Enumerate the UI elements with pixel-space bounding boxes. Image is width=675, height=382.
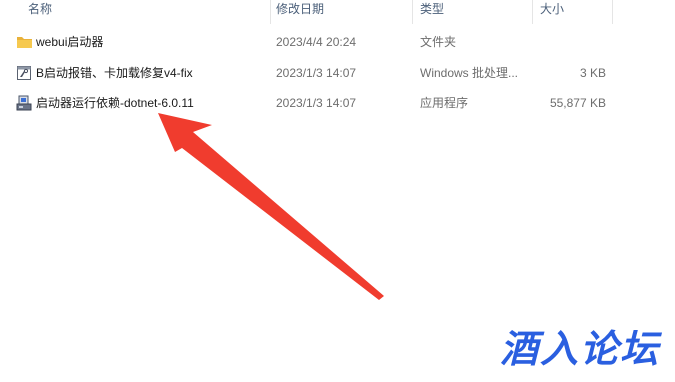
folder-icon — [16, 34, 33, 50]
file-type: 应用程序 — [420, 96, 469, 110]
file-type: Windows 批处理... — [420, 66, 519, 80]
column-header-bar: 名称 修改日期 类型 大小 — [0, 0, 675, 24]
file-row[interactable]: 启动器运行依赖-dotnet-6.0.11 2023/1/3 14:07 应用程… — [0, 88, 620, 118]
file-row[interactable]: webui启动器 2023/4/4 20:24 文件夹 — [0, 27, 620, 57]
file-size: 3 KB — [579, 66, 606, 80]
installer-icon — [16, 95, 33, 111]
column-header-size[interactable]: 大小 — [540, 0, 564, 22]
batch-file-icon — [16, 65, 33, 81]
file-name: B启动报错、卡加载修复v4-fix — [36, 66, 193, 80]
forum-watermark: 酒入论坛 — [500, 327, 661, 371]
column-divider[interactable] — [532, 0, 533, 24]
file-date: 2023/1/3 14:07 — [276, 66, 357, 80]
column-header-date[interactable]: 修改日期 — [276, 0, 324, 22]
file-row[interactable]: B启动报错、卡加载修复v4-fix 2023/1/3 14:07 Windows… — [0, 58, 620, 88]
file-date: 2023/1/3 14:07 — [276, 96, 357, 110]
file-name: webui启动器 — [36, 35, 104, 49]
column-divider[interactable] — [612, 0, 613, 24]
file-date: 2023/4/4 20:24 — [276, 35, 357, 49]
column-header-name[interactable]: 名称 — [28, 0, 52, 22]
file-type: 文件夹 — [420, 35, 457, 49]
column-divider[interactable] — [412, 0, 413, 24]
column-header-type[interactable]: 类型 — [420, 0, 444, 22]
file-name: 启动器运行依赖-dotnet-6.0.11 — [36, 96, 194, 110]
column-divider[interactable] — [270, 0, 271, 24]
arrow-shape — [158, 113, 384, 300]
file-size: 55,877 KB — [549, 96, 606, 110]
